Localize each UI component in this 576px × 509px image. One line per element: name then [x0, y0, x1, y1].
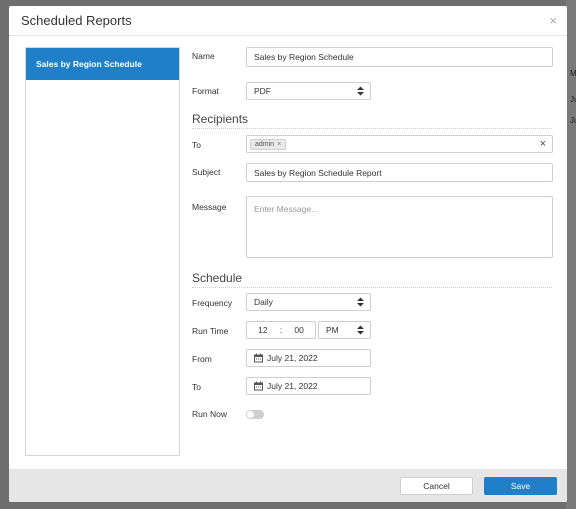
recipient-chip: admin × [250, 138, 287, 150]
cancel-button[interactable]: Cancel [400, 477, 473, 495]
to-label: To [192, 140, 201, 150]
frequency-label: Frequency [192, 298, 233, 308]
frequency-value: Daily [254, 297, 273, 307]
run-time-label: Run Time [192, 326, 229, 336]
dialog-header: Scheduled Reports × [9, 6, 567, 36]
hour-value[interactable]: 12 [258, 325, 267, 335]
sort-updown-icon [357, 86, 364, 96]
calendar-icon [254, 381, 263, 391]
run-now-label: Run Now [192, 409, 227, 419]
close-icon[interactable]: × [549, 13, 557, 28]
from-date-value: July 21, 2022 [267, 353, 318, 363]
from-date-input[interactable]: July 21, 2022 [246, 349, 371, 367]
recipient-chip-label: admin [255, 140, 275, 148]
recipients-heading: Recipients [192, 112, 249, 126]
background-text: Ju [570, 116, 576, 125]
message-placeholder: Enter Message... [254, 204, 319, 214]
dialog-title: Scheduled Reports [21, 13, 132, 28]
from-label: From [192, 354, 212, 364]
schedule-heading: Schedule [192, 271, 243, 285]
recipients-input[interactable]: admin × × [246, 135, 553, 153]
time-input[interactable]: 12 : 00 [246, 321, 316, 339]
section-divider [192, 128, 552, 129]
to-date-input[interactable]: July 21, 2022 [246, 377, 371, 395]
message-textarea[interactable]: Enter Message... [246, 196, 553, 258]
background-text: Ju [570, 95, 576, 104]
subject-input[interactable]: Sales by Region Schedule Report [246, 163, 553, 182]
message-label: Message [192, 202, 227, 212]
frequency-select[interactable]: Daily [246, 293, 371, 311]
format-value: PDF [254, 86, 271, 96]
ampm-value: PM [326, 325, 339, 335]
format-select[interactable]: PDF [246, 82, 371, 100]
sort-updown-icon [357, 325, 364, 335]
schedule-list-item[interactable]: Sales by Region Schedule [26, 48, 179, 80]
section-divider [192, 287, 552, 288]
ampm-select[interactable]: PM [318, 321, 371, 339]
chip-remove-icon[interactable]: × [277, 141, 281, 148]
save-button[interactable]: Save [484, 477, 557, 495]
clear-icon[interactable]: × [540, 138, 546, 150]
schedule-list: Sales by Region Schedule [25, 47, 180, 456]
name-value: Sales by Region Schedule [254, 52, 354, 62]
subject-label: Subject [192, 167, 221, 177]
dialog-footer: Cancel Save [9, 469, 567, 502]
to-date-value: July 21, 2022 [267, 381, 318, 391]
background-text: M [570, 69, 576, 78]
minute-value[interactable]: 00 [294, 325, 303, 335]
format-label: Format [192, 86, 219, 96]
scheduled-reports-dialog: Scheduled Reports × Sales by Region Sche… [9, 6, 567, 502]
calendar-icon [254, 353, 263, 363]
subject-value: Sales by Region Schedule Report [254, 167, 382, 178]
run-now-toggle[interactable] [246, 410, 264, 419]
name-input[interactable]: Sales by Region Schedule [246, 47, 553, 67]
sort-updown-icon [357, 297, 364, 307]
name-label: Name [192, 51, 215, 61]
time-separator: : [279, 325, 283, 335]
to-date-label: To [192, 382, 201, 392]
